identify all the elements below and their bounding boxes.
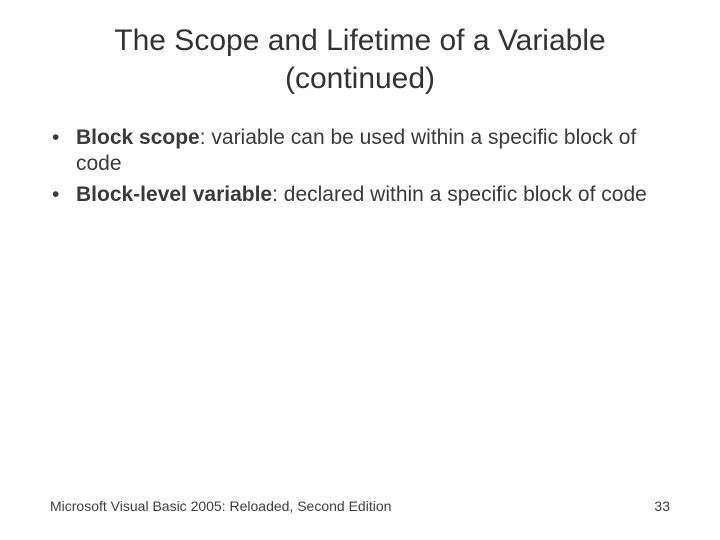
slide-body: • Block scope: variable can be used with… (0, 97, 720, 208)
bullet-definition: : declared within a specific block of co… (272, 183, 647, 206)
footer-source: Microsoft Visual Basic 2005: Reloaded, S… (50, 498, 391, 514)
bullet-text: Block scope: variable can be used within… (76, 125, 670, 178)
slide: The Scope and Lifetime of a Variable (co… (0, 0, 720, 540)
bullet-icon: • (50, 182, 76, 208)
bullet-item: • Block scope: variable can be used with… (50, 125, 670, 178)
bullet-term: Block scope (76, 126, 200, 149)
page-number: 33 (654, 498, 670, 514)
bullet-text: Block-level variable: declared within a … (76, 182, 670, 208)
bullet-term: Block-level variable (76, 183, 272, 206)
slide-title: The Scope and Lifetime of a Variable (co… (0, 0, 720, 97)
bullet-item: • Block-level variable: declared within … (50, 182, 670, 208)
bullet-icon: • (50, 125, 76, 178)
slide-footer: Microsoft Visual Basic 2005: Reloaded, S… (50, 498, 670, 514)
